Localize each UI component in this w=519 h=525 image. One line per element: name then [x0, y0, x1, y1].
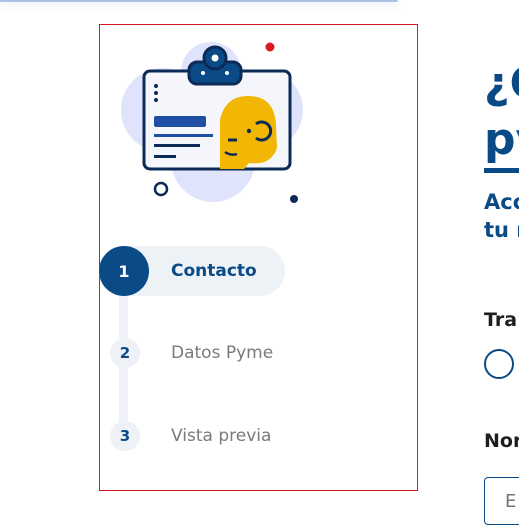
page-subtitle: Acc tu r [484, 188, 519, 244]
step-vista-previa[interactable]: 3 Vista previa [99, 411, 271, 461]
step-number: 2 [110, 338, 140, 368]
step-contacto[interactable]: 1 Contacto [99, 246, 285, 296]
nombre-input[interactable] [484, 477, 519, 525]
step-number: 3 [110, 421, 140, 451]
page-title-line-1: ¿C [484, 58, 519, 109]
field-label-nombre: Nor [484, 430, 519, 452]
step-label: Contacto [171, 261, 257, 281]
page-title-line-2: py [484, 114, 519, 165]
subtitle-line-1: Acc [484, 190, 519, 214]
step-number: 1 [99, 246, 149, 296]
step-label: Datos Pyme [171, 343, 274, 363]
subtitle-line-2: tu r [484, 218, 519, 242]
field-label-tratamiento: Tra [484, 309, 518, 331]
step-label: Vista previa [171, 426, 272, 446]
radio-option[interactable] [484, 349, 514, 379]
page-title: ¿C py [484, 56, 519, 168]
id-badge-icon [113, 30, 313, 214]
step-datos-pyme[interactable]: 2 Datos Pyme [99, 328, 273, 378]
top-bar-shadow [0, 0, 398, 2]
title-underline [484, 168, 519, 173]
